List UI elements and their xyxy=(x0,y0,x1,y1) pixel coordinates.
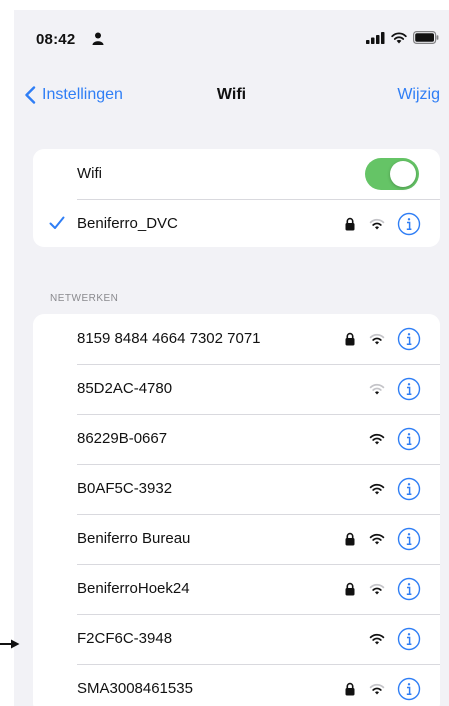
network-name: 85D2AC-4780 xyxy=(77,380,173,397)
lock-icon xyxy=(345,217,355,231)
wifi-signal-icon xyxy=(369,333,385,345)
info-icon[interactable] xyxy=(397,577,421,601)
info-icon[interactable] xyxy=(397,212,421,236)
network-name: 8159 8484 4664 7302 7071 xyxy=(77,330,261,347)
info-icon[interactable] xyxy=(397,377,421,401)
section-header-networks: NETWERKEN xyxy=(50,293,119,304)
network-name: BeniferroHoek24 xyxy=(77,580,190,597)
connected-network-name: Beniferro_DVC xyxy=(77,215,178,232)
network-name: Beniferro Bureau xyxy=(77,530,191,547)
network-row[interactable]: 86229B-0667 xyxy=(33,414,440,464)
network-row[interactable]: F2CF6C-3948 xyxy=(33,614,440,664)
lock-icon xyxy=(345,582,355,596)
wifi-settings-card: Wifi Beniferro_DVC xyxy=(33,149,440,247)
connected-network-row[interactable]: Beniferro_DVC xyxy=(33,199,440,247)
battery-icon xyxy=(413,31,439,44)
network-row[interactable]: SMA3008461535 xyxy=(33,664,440,706)
network-row[interactable]: B0AF5C-3932 xyxy=(33,464,440,514)
wifi-toggle-row: Wifi xyxy=(33,149,440,199)
network-name: 86229B-0667 xyxy=(77,430,168,447)
status-bar: 08:42 xyxy=(14,10,449,60)
info-icon[interactable] xyxy=(397,477,421,501)
wifi-icon xyxy=(391,32,407,44)
network-row[interactable]: BeniferroHoek24 xyxy=(33,564,440,614)
wifi-toggle-label: Wifi xyxy=(77,165,102,182)
navigation-bar: Instellingen Wifi Wijzig xyxy=(14,72,449,116)
arrow-right-icon xyxy=(0,639,20,649)
lock-icon xyxy=(345,682,355,696)
network-name: SMA3008461535 xyxy=(77,680,193,697)
info-icon[interactable] xyxy=(397,627,421,651)
back-button[interactable]: Instellingen xyxy=(24,86,123,104)
network-name: F2CF6C-3948 xyxy=(77,630,173,647)
wifi-signal-icon xyxy=(369,218,385,230)
person-icon xyxy=(92,32,104,45)
toggle-knob xyxy=(390,161,416,187)
network-list: 8159 8484 4664 7302 7071 85D2AC-4780 86229… xyxy=(33,314,440,706)
network-row[interactable]: 8159 8484 4664 7302 7071 xyxy=(33,314,440,364)
wifi-toggle-switch[interactable] xyxy=(365,158,419,190)
checkmark-icon xyxy=(49,216,65,229)
wifi-signal-icon xyxy=(369,633,385,645)
info-icon[interactable] xyxy=(397,527,421,551)
wifi-signal-icon xyxy=(369,683,385,695)
wifi-signal-icon xyxy=(369,583,385,595)
wifi-signal-icon xyxy=(369,433,385,445)
wifi-signal-icon xyxy=(369,383,385,395)
network-row[interactable]: Beniferro Bureau xyxy=(33,514,440,564)
edit-button[interactable]: Wijzig xyxy=(397,86,440,104)
back-button-label: Instellingen xyxy=(42,86,123,103)
network-name: B0AF5C-3932 xyxy=(77,480,173,497)
cellular-signal-icon xyxy=(366,32,385,44)
lock-icon xyxy=(345,532,355,546)
wifi-signal-icon xyxy=(369,533,385,545)
status-time: 08:42 xyxy=(36,31,76,48)
info-icon[interactable] xyxy=(397,327,421,351)
info-icon[interactable] xyxy=(397,427,421,451)
lock-icon xyxy=(345,332,355,346)
chevron-left-icon xyxy=(25,86,36,104)
phone-screen: 08:42 Instellingen Wifi Wijzig Wifi Beni… xyxy=(14,10,449,706)
info-icon[interactable] xyxy=(397,677,421,701)
network-row[interactable]: 85D2AC-4780 xyxy=(33,364,440,414)
wifi-signal-icon xyxy=(369,483,385,495)
